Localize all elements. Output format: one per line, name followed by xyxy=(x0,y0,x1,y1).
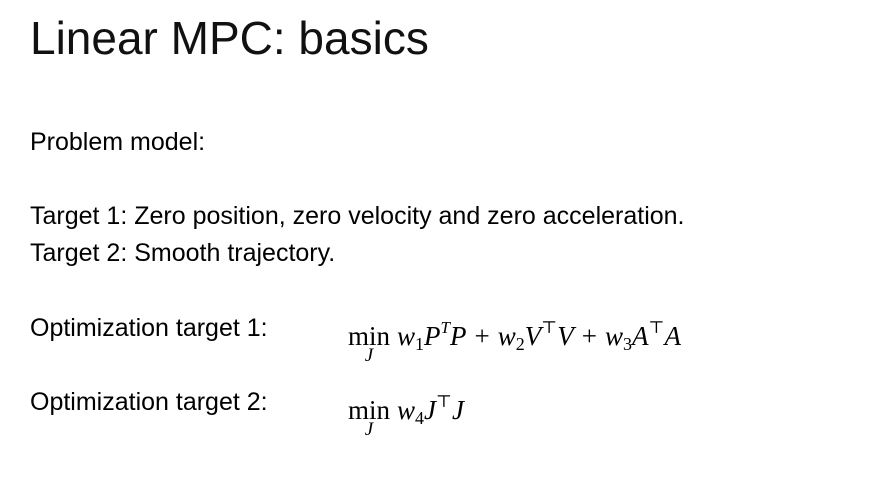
weight-w4-index: 4 xyxy=(415,408,425,428)
equation-1: min Jw1PTP + w2V⊤V + w3A⊤A xyxy=(348,312,682,366)
weight-w1-index: 1 xyxy=(415,334,425,354)
var-v-2: V xyxy=(557,321,574,351)
var-j: J xyxy=(424,395,437,425)
optimization-target-2-label: Optimization target 2: xyxy=(30,388,268,416)
min-subscript: J xyxy=(364,345,374,366)
plus-sign: + xyxy=(581,321,597,351)
transpose-symbol: ⊤ xyxy=(436,392,453,411)
weight-w3: w xyxy=(604,321,623,351)
transpose-symbol: ⊤ xyxy=(541,318,558,337)
plus-sign: + xyxy=(474,321,490,351)
var-p-2: P xyxy=(450,321,467,351)
transpose-symbol: ⊤ xyxy=(648,318,665,337)
slide-title: Linear MPC: basics xyxy=(30,12,429,64)
weight-w2-index: 2 xyxy=(515,334,525,354)
var-a: A xyxy=(632,321,649,351)
weight-w1: w xyxy=(397,321,416,351)
var-v: V xyxy=(524,321,542,351)
target-2-text: Target 2: Smooth trajectory. xyxy=(30,239,336,267)
optimization-target-1-label: Optimization target 1: xyxy=(30,314,268,342)
var-j-2: J xyxy=(452,395,464,425)
min-subscript: J xyxy=(364,419,374,440)
problem-model-label: Problem model: xyxy=(30,128,206,156)
target-1-text: Target 1: Zero position, zero velocity a… xyxy=(30,202,685,230)
min-operator: min J xyxy=(348,395,391,440)
equation-2: min Jw4J⊤J xyxy=(348,386,464,440)
weight-w2: w xyxy=(497,321,516,351)
weight-w4: w xyxy=(397,395,416,425)
var-a-2: A xyxy=(664,321,682,351)
var-p: P xyxy=(424,321,441,351)
min-operator: min J xyxy=(348,321,391,366)
weight-w3-index: 3 xyxy=(623,334,632,354)
transpose-t: T xyxy=(440,318,450,337)
